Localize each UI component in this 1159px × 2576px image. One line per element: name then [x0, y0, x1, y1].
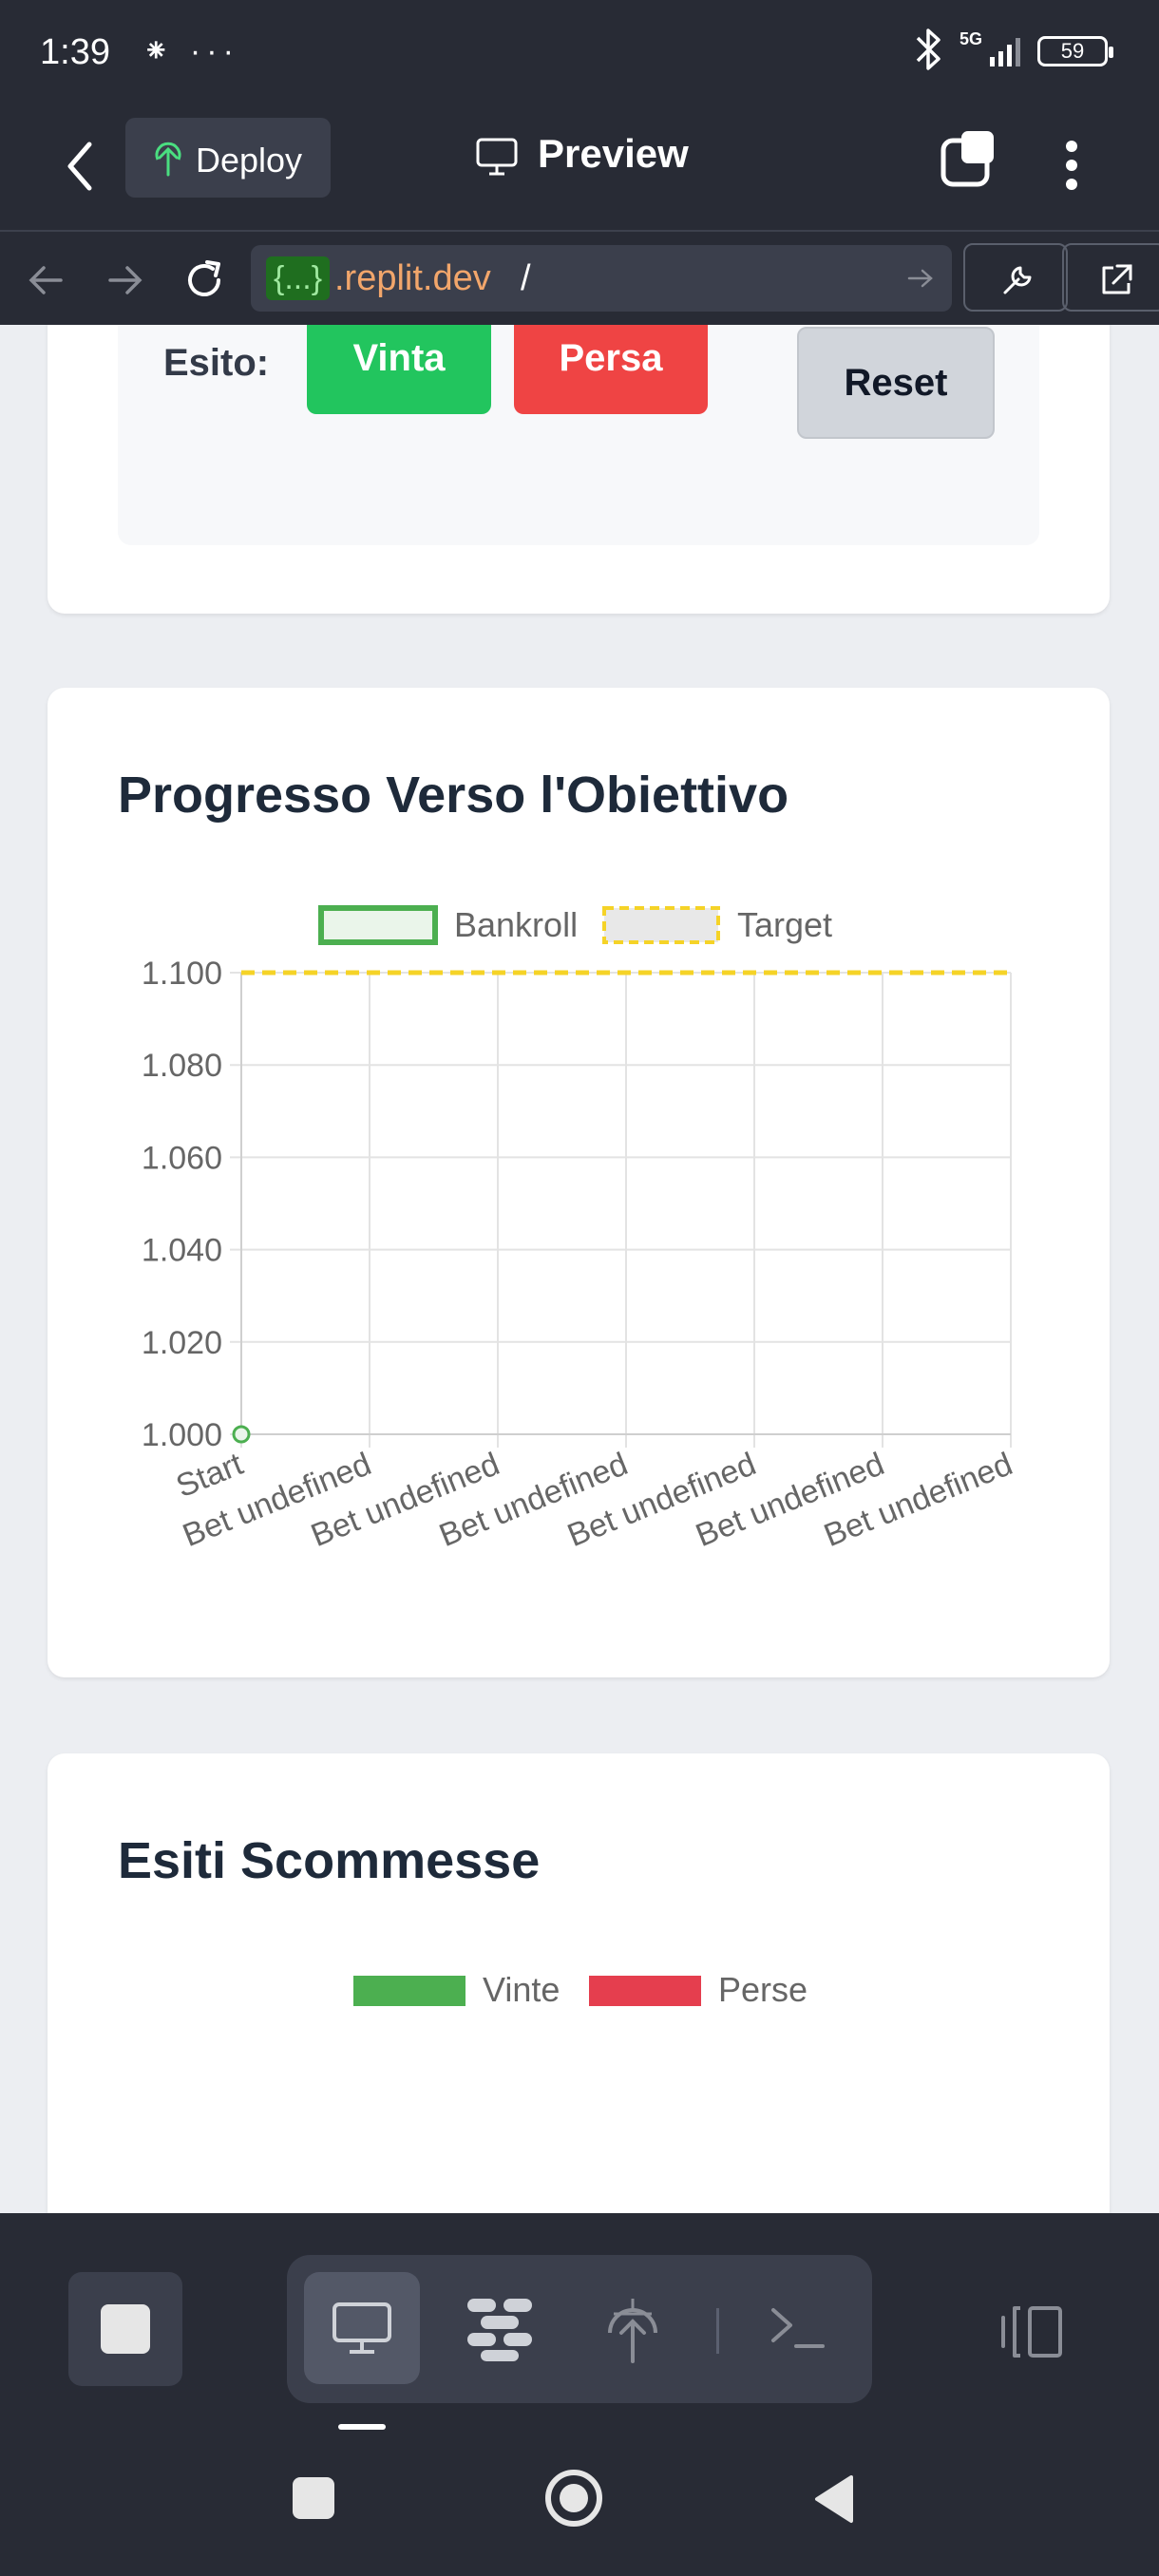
deploy-label: Deploy [196, 141, 303, 180]
url-badge: {...} [266, 256, 331, 300]
browser-forward-icon[interactable] [101, 256, 148, 304]
open-external-button[interactable] [1062, 243, 1159, 312]
y-tick-label: 1.100 [142, 956, 222, 992]
y-tick-label: 1.040 [142, 1233, 222, 1269]
url-bar: {...} .replit.dev / [0, 230, 1159, 325]
back-arrow-icon[interactable] [57, 135, 104, 198]
more-menu-icon[interactable] [1053, 127, 1091, 203]
legend-swatch-vinte [353, 1976, 466, 2006]
progress-chart: 1.0001.0201.0401.0601.0801.100StartBet u… [142, 905, 1017, 1554]
battery-icon: 59 [1037, 36, 1113, 66]
sidebar-toggle-icon[interactable] [998, 2302, 1066, 2361]
stop-icon [101, 2304, 150, 2354]
y-tick-label: 1.080 [142, 1048, 222, 1084]
system-nav-bar [0, 2441, 1159, 2576]
external-link-icon [1102, 264, 1132, 294]
url-path: / [521, 258, 531, 298]
go-arrow-icon[interactable] [906, 264, 935, 293]
signal-icon [990, 38, 1020, 66]
url-input[interactable]: {...} .replit.dev / [251, 245, 952, 312]
url-host: .replit.dev [334, 258, 491, 298]
deploy-icon [155, 142, 181, 177]
win-button[interactable]: Vinta [307, 325, 491, 414]
webview-tab[interactable] [304, 2272, 420, 2384]
legend-swatch-perse [589, 1976, 701, 2006]
browser-back-icon[interactable] [23, 256, 70, 304]
battery-level: 59 [1060, 39, 1085, 63]
active-tab-indicator [338, 2424, 386, 2430]
deploy-icon[interactable] [604, 2293, 661, 2365]
legend-label-target: Target [737, 905, 832, 944]
legend-label-vinte: Vinte [483, 1970, 560, 2009]
outcome-card: Esito: Vinta Persa Reset [48, 325, 1110, 614]
results-title: Esiti Scommesse [118, 1832, 541, 1889]
y-tick-label: 1.060 [142, 1140, 222, 1176]
outcome-label: Esito: [163, 342, 270, 384]
legend-swatch-target [602, 906, 720, 944]
notification-icons: ⁕ ··· [142, 33, 239, 69]
legend-label-perse: Perse [718, 1970, 808, 2009]
web-content[interactable]: Esito: Vinta Persa Reset Progresso Verso… [0, 325, 1159, 2213]
deploy-button[interactable]: Deploy [125, 118, 331, 198]
results-card: Esiti Scommesse Vinte Perse [48, 1753, 1110, 2213]
legend-swatch-bankroll [318, 905, 438, 945]
reset-button[interactable]: Reset [797, 327, 995, 439]
status-bar: 1:39 ⁕ ··· 5G 59 [0, 0, 1159, 104]
data-point-bankroll [232, 1425, 251, 1444]
workspace-toolbar [0, 2213, 1159, 2441]
legend-label-bankroll: Bankroll [454, 905, 578, 944]
terminal-icon[interactable] [770, 2304, 826, 2352]
page-title: Preview [538, 131, 689, 176]
monitor-icon [476, 138, 518, 176]
devtools-button[interactable] [963, 243, 1068, 312]
status-time: 1:39 [40, 32, 110, 72]
network-type: 5G [960, 29, 983, 48]
wrench-icon [1003, 266, 1032, 294]
tabs-icon[interactable] [940, 129, 998, 188]
y-tick-label: 1.000 [142, 1417, 222, 1453]
app-header: Deploy Preview [0, 104, 1159, 230]
y-tick-label: 1.020 [142, 1325, 222, 1361]
back-triangle-icon[interactable] [813, 2473, 855, 2525]
agent-icon[interactable] [464, 2293, 536, 2365]
stop-button[interactable] [68, 2272, 182, 2386]
monitor-icon [332, 2302, 391, 2354]
bluetooth-icon [916, 28, 940, 70]
progress-card: Progresso Verso l'Obiettivo 1.000 1.020 1.… [48, 688, 1110, 1677]
panel-switcher [287, 2255, 872, 2403]
recents-icon[interactable] [293, 2477, 334, 2519]
lose-button[interactable]: Persa [514, 325, 708, 414]
divider [716, 2308, 719, 2354]
reload-icon[interactable] [180, 256, 228, 304]
home-icon[interactable] [545, 2470, 602, 2527]
